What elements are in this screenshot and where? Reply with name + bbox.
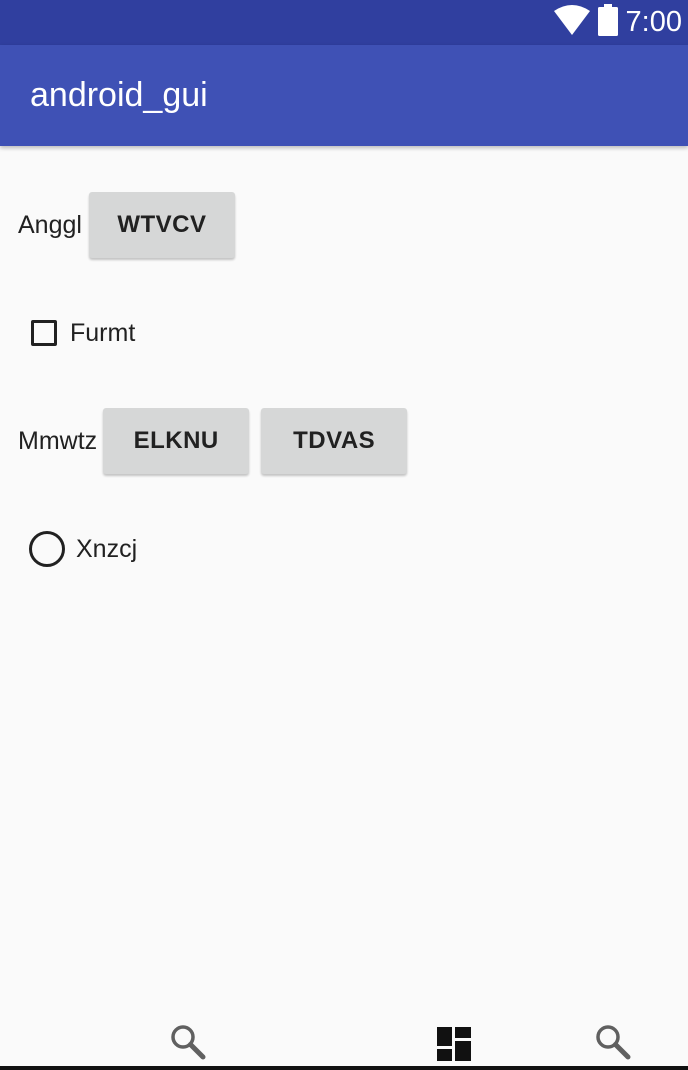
status-bar: 7:00 [0,0,688,45]
status-icons: 7:00 [553,0,682,45]
radio-row[interactable]: Xnzcj [29,531,137,567]
radio-label: Xnzcj [76,534,138,563]
battery-icon [597,4,618,41]
checkbox-label: Furmt [70,318,136,347]
elknu-button[interactable]: ELKNU [103,408,250,474]
search-icon[interactable] [595,1024,631,1065]
radio-icon[interactable] [29,531,65,567]
dashboard-icon[interactable] [437,1027,471,1066]
tdvas-button[interactable]: TDVAS [261,408,408,474]
status-time: 7:00 [625,6,682,38]
row-mmwtz: Mmwtz ELKNU TDVAS [18,408,408,474]
app-bar: android_gui [0,45,688,146]
anggl-label: Anggl [18,210,82,239]
app-title: android_gui [30,76,208,114]
checkbox-icon[interactable] [31,320,57,346]
row-anggl: Anggl WTVCV [18,192,235,258]
search-icon[interactable] [170,1024,206,1065]
navigation-bar-edge [0,1066,688,1070]
wtvcv-button[interactable]: WTVCV [88,192,235,258]
checkbox-row[interactable]: Furmt [31,317,135,349]
wifi-icon [553,5,590,40]
mmwtz-label: Mmwtz [18,426,98,455]
